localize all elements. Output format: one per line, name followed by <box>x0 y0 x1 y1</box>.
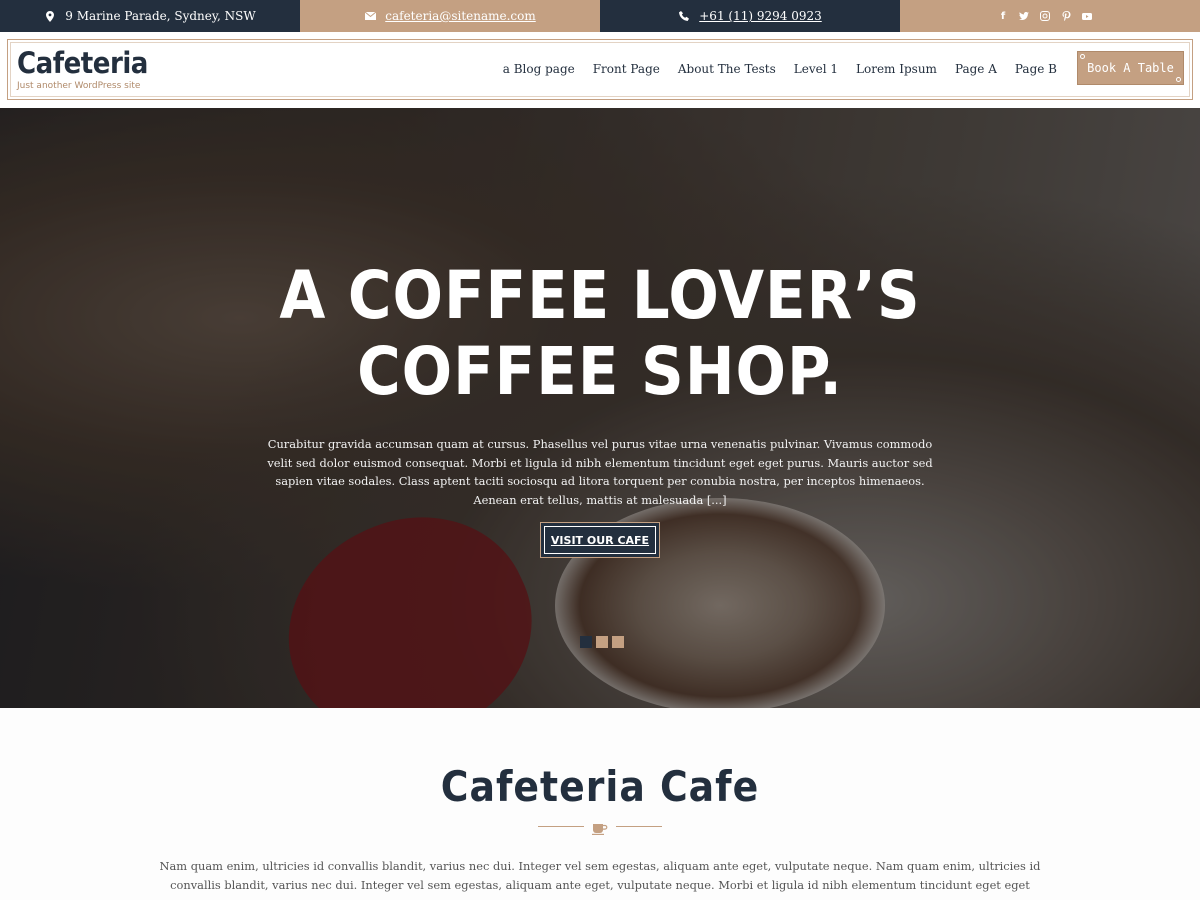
facebook-icon[interactable]: f <box>998 11 1008 22</box>
site-tagline: Just another WordPress site <box>17 81 141 91</box>
email-cell: cafeteria@sitename.com <box>300 0 600 32</box>
instagram-icon[interactable] <box>1040 11 1050 21</box>
about-section: Cafeteria Cafe Nam quam enim, ultricies … <box>0 708 1200 900</box>
nav-item-blog-page[interactable]: a Blog page <box>503 62 575 76</box>
email-link[interactable]: cafeteria@sitename.com <box>385 9 536 23</box>
hero-title-line-2: COFFEE SHOP. <box>357 333 843 410</box>
main-nav: a Blog page Front Page About The Tests L… <box>503 62 1057 76</box>
map-marker-icon <box>44 10 56 22</box>
site-header: Cafeteria Just another WordPress site a … <box>7 39 1193 100</box>
section-title: Cafeteria Cafe <box>440 762 760 811</box>
twitter-icon[interactable] <box>1019 11 1029 21</box>
visit-our-cafe-button[interactable]: VISIT OUR CAFE <box>540 522 660 558</box>
nav-item-page-a[interactable]: Page A <box>955 62 997 76</box>
nav-item-page-b[interactable]: Page B <box>1015 62 1057 76</box>
hero-title-line-1: A COFFEE LOVER’S <box>279 257 921 334</box>
pinterest-icon[interactable] <box>1061 11 1071 21</box>
slider-pagination <box>580 636 624 648</box>
address-text: 9 Marine Parade, Sydney, NSW <box>65 9 256 23</box>
hero-slider: A COFFEE LOVER’S COFFEE SHOP. Curabitur … <box>0 108 1200 708</box>
hero-title: A COFFEE LOVER’S COFFEE SHOP. <box>0 258 1200 410</box>
corner-dot-icon <box>1176 77 1181 82</box>
hero-description: Curabitur gravida accumsan quam at cursu… <box>267 437 933 507</box>
corner-dot-icon <box>1080 54 1085 59</box>
slider-dot-1[interactable] <box>580 636 592 648</box>
book-table-label: Book A Table <box>1087 61 1174 75</box>
slider-dot-3[interactable] <box>612 636 624 648</box>
nav-item-level-1[interactable]: Level 1 <box>794 62 838 76</box>
nav-item-front-page[interactable]: Front Page <box>593 62 660 76</box>
social-links: f <box>900 0 1200 32</box>
top-bar: 9 Marine Parade, Sydney, NSW cafeteria@s… <box>0 0 1200 32</box>
envelope-icon <box>364 10 376 22</box>
title-divider <box>538 820 662 835</box>
coffee-cup-icon <box>592 820 608 835</box>
phone-link[interactable]: +61 (11) 9294 0923 <box>699 9 821 23</box>
nav-item-about-the-tests[interactable]: About The Tests <box>678 62 776 76</box>
slider-dot-2[interactable] <box>596 636 608 648</box>
site-title[interactable]: Cafeteria <box>17 46 148 80</box>
address-cell: 9 Marine Parade, Sydney, NSW <box>0 0 300 32</box>
phone-cell: +61 (11) 9294 0923 <box>600 0 900 32</box>
section-description: Nam quam enim, ultricies id convallis bl… <box>159 859 1041 900</box>
book-table-button[interactable]: Book A Table <box>1077 51 1184 85</box>
youtube-icon[interactable] <box>1082 11 1092 21</box>
nav-item-lorem-ipsum[interactable]: Lorem Ipsum <box>856 62 937 76</box>
phone-icon <box>678 10 690 22</box>
